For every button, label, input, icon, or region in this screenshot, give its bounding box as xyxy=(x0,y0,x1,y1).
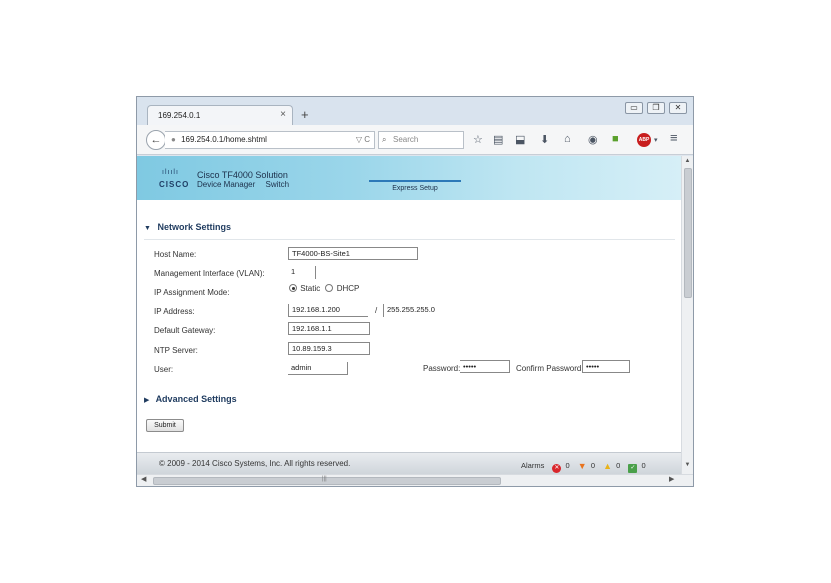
major-count: 0 xyxy=(590,461,595,470)
chevron-down-icon[interactable]: ▾ xyxy=(654,136,658,144)
pocket-icon[interactable]: ⬓ xyxy=(515,133,525,146)
dhcp-radio[interactable] xyxy=(325,284,334,292)
mgmt-vlan-label: Management Interface (VLAN): xyxy=(154,269,265,278)
copyright-text: © 2009 - 2014 Cisco Systems, Inc. All ri… xyxy=(159,459,351,468)
static-radio[interactable] xyxy=(289,284,297,292)
submit-button[interactable]: Submit xyxy=(146,419,184,432)
scroll-left-icon[interactable]: ◀ xyxy=(141,475,146,483)
alarms-label: Alarms xyxy=(521,461,545,470)
critical-alarm-icon: ✕ xyxy=(552,464,562,473)
search-input[interactable]: ⌕ Search xyxy=(378,131,464,149)
tab-strip: 169.254.0.1 × + ▭ ❐ ✕ xyxy=(137,97,693,125)
tab-title: 169.254.0.1 xyxy=(158,111,201,120)
tab-close-icon[interactable]: × xyxy=(280,109,286,120)
horizontal-scrollbar[interactable]: ◀ ||| ▶ xyxy=(137,474,693,486)
menu-icon[interactable]: ≡ xyxy=(670,130,678,145)
vertical-scrollbar[interactable]: ▲ ▼ xyxy=(681,156,693,474)
critical-count: 0 xyxy=(565,461,570,470)
download-icon[interactable]: ⬇ xyxy=(540,133,549,146)
user-label: User: xyxy=(154,365,174,374)
header-banner: ılıılı CISCO Cisco TF4000 Solution Devic… xyxy=(137,156,681,200)
network-settings-title: Network Settings xyxy=(157,222,231,232)
nav-device-manager[interactable]: Device Manager xyxy=(197,180,255,189)
ok-alarm-icon: ✓ xyxy=(628,464,638,473)
url-bar[interactable]: ● 169.254.0.1/home.shtml ▽ C xyxy=(165,131,375,149)
chat-icon[interactable]: ◉ xyxy=(588,133,598,146)
search-placeholder: Search xyxy=(393,135,419,144)
star-icon[interactable]: ☆ xyxy=(473,133,483,146)
browser-tab[interactable]: 169.254.0.1 × xyxy=(147,105,293,125)
host-name-input[interactable]: TF4000-BS-Site1 xyxy=(288,247,418,260)
extension-icon[interactable]: ■ xyxy=(612,133,619,145)
top-nav: Device Manager Switch xyxy=(197,180,297,189)
express-setup-label: Express Setup xyxy=(392,185,438,192)
alarm-summary[interactable]: Alarms ✕ 0 ▼ 0 ▲ 0 ✓ 0 xyxy=(521,461,646,473)
nav-switch[interactable]: Switch xyxy=(265,180,289,189)
static-radio-label: Static xyxy=(300,284,321,293)
search-icon: ⌕ xyxy=(382,135,387,144)
ip-address-label: IP Address: xyxy=(154,307,195,316)
ip-address-input[interactable]: 192.168.1.200 xyxy=(288,304,368,317)
tab-express-setup[interactable]: Express Setup xyxy=(369,180,461,194)
footer-bar: © 2009 - 2014 Cisco Systems, Inc. All ri… xyxy=(137,452,681,474)
subnet-mask-input[interactable]: 255.255.255.0 xyxy=(383,304,445,317)
url-text: 169.254.0.1/home.shtml xyxy=(181,135,267,144)
confirm-password-input[interactable]: ••••• xyxy=(582,360,630,373)
horizontal-scroll-thumb[interactable]: ||| xyxy=(153,476,501,485)
adblock-icon[interactable]: ABP xyxy=(637,133,651,147)
back-arrow-icon[interactable]: ← xyxy=(146,130,166,150)
ip-mode-label: IP Assignment Mode: xyxy=(154,288,230,297)
caret-down-icon: ▼ xyxy=(144,225,151,232)
ntp-input[interactable]: 10.89.159.3 xyxy=(288,342,370,355)
host-name-label: Host Name: xyxy=(154,250,197,259)
advanced-settings-header[interactable]: ▶ Advanced Settings xyxy=(144,394,675,412)
dhcp-radio-label: DHCP xyxy=(336,284,360,293)
reload-icon[interactable]: ▽ C xyxy=(356,132,370,148)
advanced-settings-title: Advanced Settings xyxy=(155,394,237,404)
product-title: Cisco TF4000 Solution xyxy=(197,170,288,180)
minor-count: 0 xyxy=(616,461,621,470)
gateway-input[interactable]: 192.168.1.1 xyxy=(288,322,370,335)
password-label: Password: xyxy=(423,364,461,373)
user-input[interactable]: admin xyxy=(288,362,348,375)
confirm-password-label: Confirm Password: xyxy=(516,364,584,373)
password-input[interactable]: ••••• xyxy=(460,360,510,373)
cisco-logo: CISCO xyxy=(159,180,190,189)
browser-window: 169.254.0.1 × + ▭ ❐ ✕ ← ● 169.254.0.1/ho… xyxy=(136,96,694,487)
cisco-logo-bars: ılıılı xyxy=(162,169,179,176)
new-tab-button[interactable]: + xyxy=(301,107,309,122)
ntp-label: NTP Server: xyxy=(154,346,198,355)
scroll-grip: ||| xyxy=(322,476,327,482)
minor-alarm-icon: ▲ xyxy=(603,461,612,471)
globe-icon: ● xyxy=(171,135,176,144)
scroll-up-icon[interactable]: ▲ xyxy=(682,158,693,164)
gateway-label: Default Gateway: xyxy=(154,326,216,335)
ip-mask-separator: / xyxy=(375,306,378,315)
navigation-toolbar: ← ● 169.254.0.1/home.shtml ▽ C ⌕ Search … xyxy=(137,125,693,155)
mgmt-vlan-input[interactable]: 1 xyxy=(288,266,316,279)
minimize-button[interactable]: ▭ xyxy=(625,102,643,114)
scroll-down-icon[interactable]: ▼ xyxy=(682,462,693,468)
major-alarm-icon: ▼ xyxy=(577,461,587,471)
caret-right-icon: ▶ xyxy=(144,397,150,404)
network-settings-header[interactable]: ▼ Network Settings xyxy=(144,222,675,240)
scroll-right-icon[interactable]: ▶ xyxy=(669,475,674,483)
close-window-button[interactable]: ✕ xyxy=(669,102,687,114)
vertical-scroll-thumb[interactable] xyxy=(684,168,692,298)
reading-list-icon[interactable]: ▤ xyxy=(493,133,503,146)
ok-count: 0 xyxy=(641,461,646,470)
home-icon[interactable]: ⌂ xyxy=(564,133,571,145)
page-viewport: ılıılı CISCO Cisco TF4000 Solution Devic… xyxy=(137,156,681,474)
maximize-button[interactable]: ❐ xyxy=(647,102,665,114)
ip-mode-radio-group: Static DHCP xyxy=(289,284,359,293)
